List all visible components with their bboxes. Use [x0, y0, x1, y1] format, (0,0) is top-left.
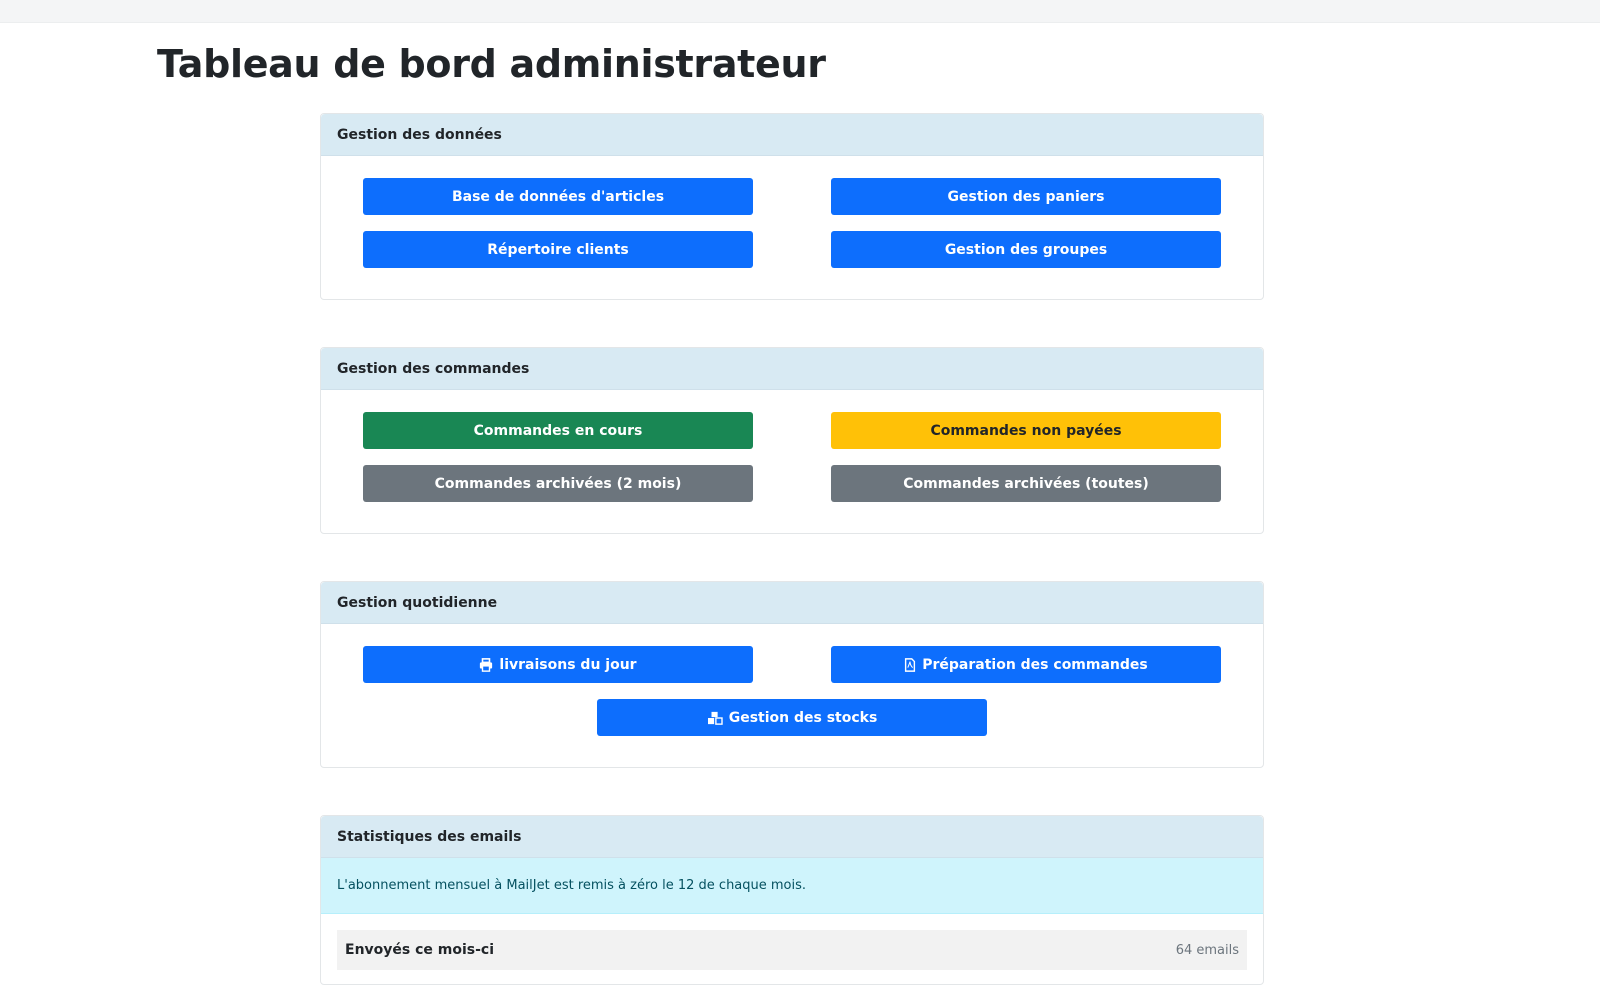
unpaid-orders-label: Commandes non payées — [930, 422, 1122, 439]
emails-sent-value: 64 emails — [1175, 942, 1239, 958]
archived-orders-all-button[interactable]: Commandes archivées (toutes) — [831, 465, 1221, 502]
orders-in-progress-label: Commandes en cours — [473, 422, 643, 439]
emails-sent-row: Envoyés ce mois-ci 64 emails — [337, 930, 1247, 970]
email-stats-header: Statistiques des emails — [321, 816, 1263, 858]
page-title: Tableau de bord administrateur — [157, 42, 826, 86]
stock-management-label: Gestion des stocks — [728, 709, 878, 726]
articles-database-button[interactable]: Base de données d'articles — [363, 178, 753, 215]
archived-orders-all-label: Commandes archivées (toutes) — [903, 475, 1149, 492]
unpaid-orders-button[interactable]: Commandes non payées — [831, 412, 1221, 449]
daily-management-header: Gestion quotidienne — [321, 582, 1263, 624]
groups-management-button[interactable]: Gestion des groupes — [831, 231, 1221, 268]
file-pdf-icon — [904, 657, 916, 672]
data-management-header: Gestion des données — [321, 114, 1263, 156]
orders-management-header: Gestion des commandes — [321, 348, 1263, 390]
archived-orders-2-months-label: Commandes archivées (2 mois) — [434, 475, 682, 492]
archived-orders-2-months-button[interactable]: Commandes archivées (2 mois) — [363, 465, 753, 502]
boxes-icon — [707, 711, 723, 725]
orders-management-card: Gestion des commandes Commandes en cours… — [320, 347, 1264, 534]
top-bar — [0, 0, 1600, 23]
data-management-card: Gestion des données Base de données d'ar… — [320, 113, 1264, 300]
customer-directory-label: Répertoire clients — [487, 241, 629, 258]
carts-management-label: Gestion des paniers — [947, 188, 1105, 205]
orders-in-progress-button[interactable]: Commandes en cours — [363, 412, 753, 449]
daily-deliveries-button[interactable]: livraisons du jour — [363, 646, 753, 683]
printer-icon — [479, 657, 493, 672]
carts-management-button[interactable]: Gestion des paniers — [831, 178, 1221, 215]
emails-sent-label: Envoyés ce mois-ci — [345, 942, 495, 958]
articles-database-label: Base de données d'articles — [451, 188, 665, 205]
order-preparation-button[interactable]: Préparation des commandes — [831, 646, 1221, 683]
customer-directory-button[interactable]: Répertoire clients — [363, 231, 753, 268]
stock-management-button[interactable]: Gestion des stocks — [597, 699, 987, 736]
daily-management-card: Gestion quotidienne livraisons du jour P… — [320, 581, 1264, 768]
daily-deliveries-label: livraisons du jour — [499, 656, 637, 673]
order-preparation-label: Préparation des commandes — [922, 656, 1148, 673]
mailjet-info-alert: L'abonnement mensuel à MailJet est remis… — [321, 858, 1263, 914]
groups-management-label: Gestion des groupes — [944, 241, 1108, 258]
